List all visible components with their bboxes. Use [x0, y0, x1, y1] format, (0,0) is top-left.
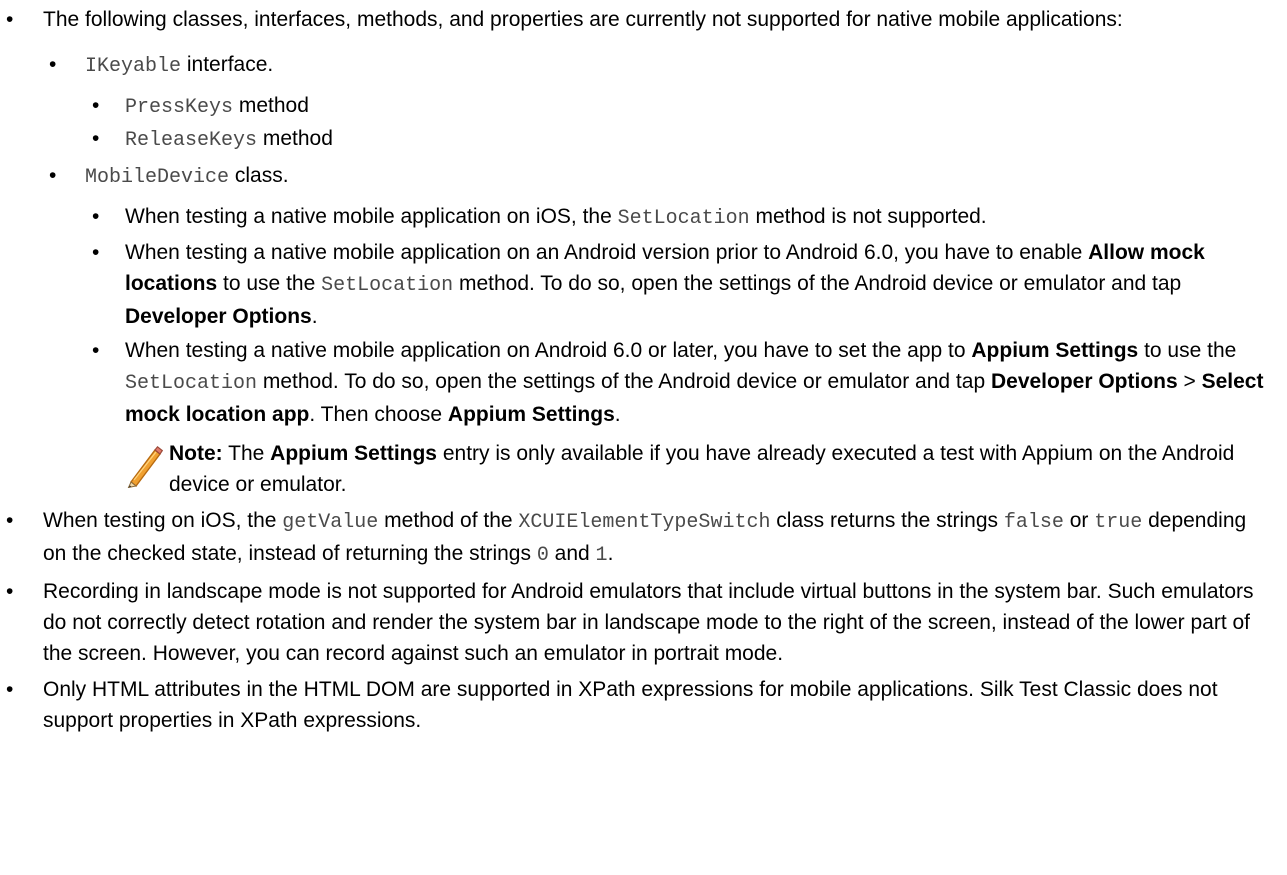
text-span: . [607, 542, 614, 565]
text-span: and [548, 542, 596, 565]
list-item-releasekeys: • ReleaseKeys method [85, 123, 1267, 156]
code-ikeyable: IKeyable [85, 55, 182, 78]
bullet: • [6, 678, 14, 701]
item-text: The following classes, interfaces, metho… [43, 8, 1123, 31]
text-span: When testing a native mobile application… [125, 339, 972, 362]
code-releasekeys: ReleaseKeys [125, 129, 258, 152]
code-presskeys: PressKeys [125, 96, 234, 119]
list-item-xpath: • Only HTML attributes in the HTML DOM a… [0, 674, 1267, 736]
list-item-getvalue: • When testing on iOS, the getValue meth… [0, 505, 1267, 571]
bullet: • [49, 164, 57, 187]
item-suffix: method [257, 127, 333, 150]
code-setlocation: SetLocation [321, 274, 454, 297]
text-span: . Then choose [309, 403, 448, 426]
item-suffix: class. [229, 164, 289, 187]
text-span: > [1177, 370, 1202, 393]
text-span: method. To do so, open the settings of t… [453, 272, 1182, 295]
list-item-android-6: • When testing a native mobile applicati… [85, 335, 1267, 500]
code-zero: 0 [536, 544, 549, 567]
list-item-landscape-recording: • Recording in landscape mode is not sup… [0, 576, 1267, 669]
code-false: false [1003, 511, 1064, 534]
text-span: method. To do so, open the settings of t… [257, 370, 991, 393]
bullet: • [49, 53, 57, 76]
code-setlocation: SetLocation [617, 207, 750, 230]
text-span: class returns the strings [770, 509, 1004, 532]
note-callout: Note: The Appium Settings entry is only … [125, 438, 1267, 500]
list-item-mobiledevice: • MobileDevice class. • When testing a n… [43, 160, 1267, 500]
text-span: to use the [1138, 339, 1237, 362]
text-span: method is not supported. [749, 205, 987, 228]
text-span: or [1063, 509, 1095, 532]
item-suffix: method [233, 94, 309, 117]
item-text: Recording in landscape mode is not suppo… [43, 580, 1254, 665]
bold-appium-settings: Appium Settings [971, 339, 1139, 362]
code-one: 1 [595, 544, 608, 567]
bullet: • [6, 580, 14, 603]
text-span: . [614, 403, 621, 426]
text-span: When testing a native mobile application… [125, 205, 618, 228]
text-span: When testing on iOS, the [43, 509, 283, 532]
text-span: method of the [378, 509, 519, 532]
bold-developer-options: Developer Options [125, 305, 312, 328]
limitations-list: • The following classes, interfaces, met… [0, 4, 1267, 736]
text-span: The [222, 442, 271, 465]
code-setlocation: SetLocation [125, 372, 258, 395]
bullet: • [92, 241, 100, 264]
list-item-unsupported-members: • The following classes, interfaces, met… [0, 4, 1267, 500]
ikeyable-methods-list: • PressKeys method • ReleaseKeys method [85, 90, 1267, 156]
item-suffix: interface. [181, 53, 274, 76]
list-item-ios-setlocation: • When testing a native mobile applicati… [85, 201, 1267, 234]
pencil-icon [127, 445, 163, 488]
text-span: . [311, 305, 318, 328]
bold-appium-settings: Appium Settings [270, 442, 437, 465]
code-mobiledevice: MobileDevice [85, 166, 230, 189]
list-item-android-pre6: • When testing a native mobile applicati… [85, 237, 1267, 332]
code-getvalue: getValue [282, 511, 379, 534]
unsupported-members-list: • IKeyable interface. • PressKeys method… [43, 49, 1267, 500]
text-span: to use the [217, 272, 322, 295]
bullet: • [92, 127, 100, 150]
list-item-presskeys: • PressKeys method [85, 90, 1267, 123]
bullet: • [92, 205, 100, 228]
list-item-ikeyable: • IKeyable interface. • PressKeys method… [43, 49, 1267, 156]
bold-developer-options: Developer Options [990, 370, 1178, 393]
note-label: Note: [169, 442, 223, 465]
item-text: Only HTML attributes in the HTML DOM are… [43, 678, 1218, 732]
bold-appium-settings: Appium Settings [447, 403, 615, 426]
bullet: • [6, 509, 14, 532]
code-true: true [1094, 511, 1143, 534]
code-xcuielementtypeswitch: XCUIElementTypeSwitch [518, 511, 771, 534]
bullet: • [6, 8, 14, 31]
text-span: When testing a native mobile application… [125, 241, 1089, 264]
bullet: • [92, 94, 100, 117]
bullet: • [92, 339, 100, 362]
mobiledevice-notes-list: • When testing a native mobile applicati… [85, 201, 1267, 500]
document-body: • The following classes, interfaces, met… [0, 0, 1287, 736]
